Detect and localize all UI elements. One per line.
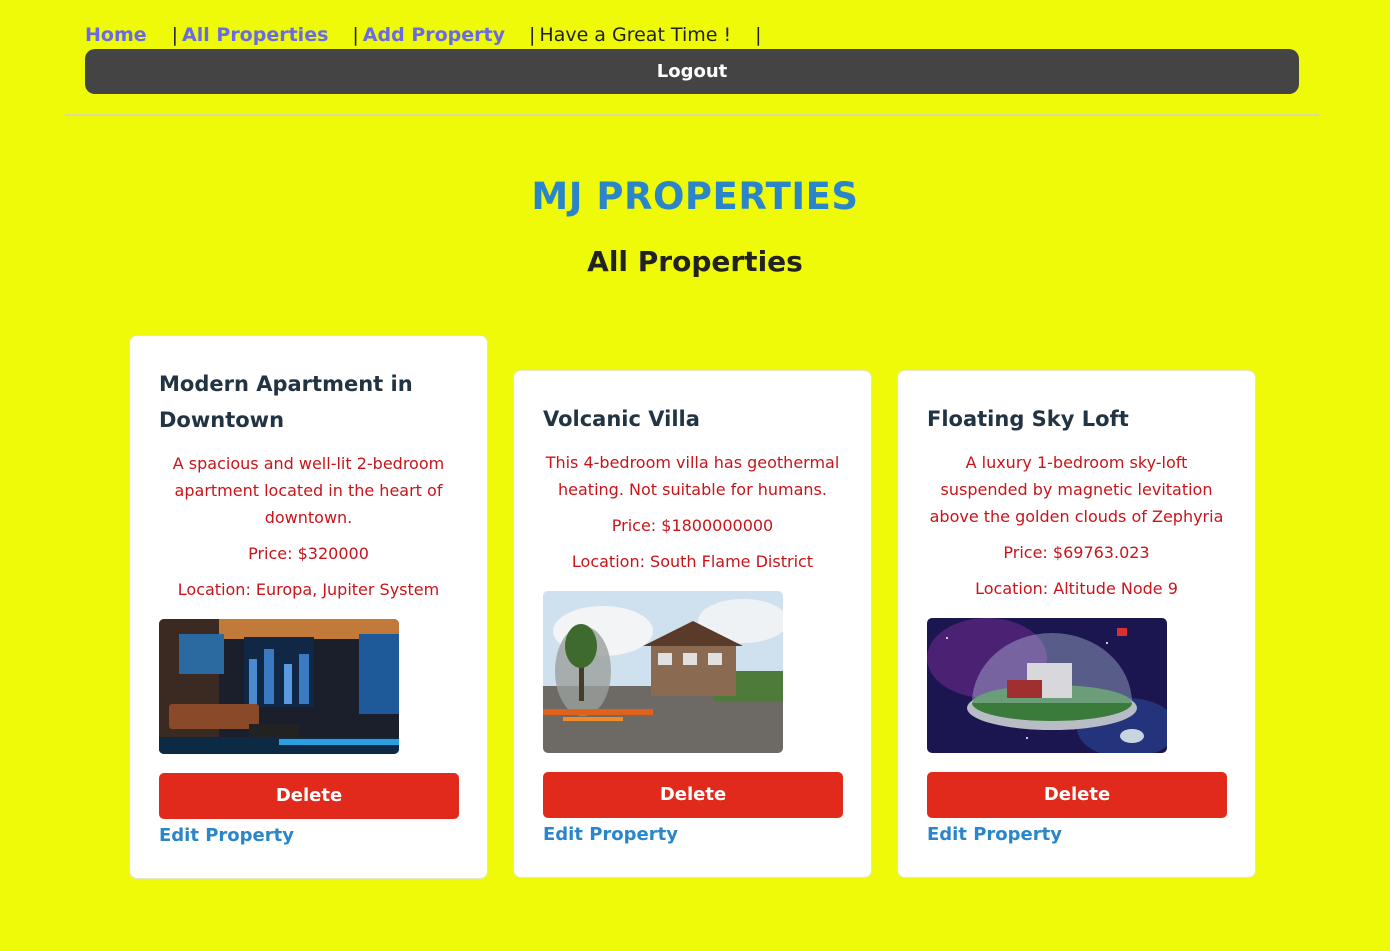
edit-property-link[interactable]: Edit Property (927, 823, 1226, 847)
nav-link-add-property[interactable]: Add Property (363, 22, 505, 48)
delete-button[interactable]: Delete (159, 773, 459, 819)
delete-button[interactable]: Delete (927, 772, 1227, 818)
nav-separator: | (352, 24, 359, 46)
property-image (927, 618, 1167, 753)
edit-property-link[interactable]: Edit Property (159, 824, 458, 848)
property-location: Location: Altitude Node 9 (975, 579, 1178, 598)
property-description: A luxury 1-bedroom sky-loft suspended by… (929, 453, 1224, 526)
property-description: This 4-bedroom villa has geothermal heat… (545, 453, 840, 499)
top-nav: Home | All Properties | Add Property | H… (85, 22, 762, 48)
property-title: Floating Sky Loft (927, 407, 1129, 431)
brand-title: MJ PROPERTIES (531, 175, 859, 218)
property-card: Volcanic Villa This 4-bedroom villa has … (513, 370, 872, 878)
delete-button[interactable]: Delete (543, 772, 843, 818)
property-description: A spacious and well-lit 2-bedroom apartm… (172, 454, 445, 527)
property-image (543, 591, 783, 753)
property-title: Modern Apartment in Downtown (159, 372, 413, 432)
nav-separator: | (529, 24, 536, 46)
property-price: Price: $69763.023 (1003, 543, 1150, 562)
property-title: Volcanic Villa (543, 407, 700, 431)
nav-separator: | (171, 24, 179, 46)
property-price: Price: $320000 (248, 544, 369, 563)
property-card: Floating Sky Loft A luxury 1-bedroom sky… (897, 370, 1256, 878)
property-location: Location: Europa, Jupiter System (177, 580, 440, 599)
page-title: All Properties (587, 245, 803, 278)
logout-button[interactable]: Logout (85, 49, 1299, 94)
divider (65, 114, 1319, 116)
nav-link-home[interactable]: Home (85, 22, 147, 48)
property-location: Location: South Flame District (571, 552, 814, 571)
property-price: Price: $1800000000 (611, 516, 774, 535)
nav-separator: | (755, 24, 762, 46)
property-card: Modern Apartment in Downtown A spacious … (129, 335, 488, 879)
nav-greeting: Have a Great Time ! (539, 24, 732, 46)
property-image (159, 619, 399, 754)
edit-property-link[interactable]: Edit Property (543, 823, 842, 847)
nav-link-all-properties[interactable]: All Properties (182, 22, 328, 48)
